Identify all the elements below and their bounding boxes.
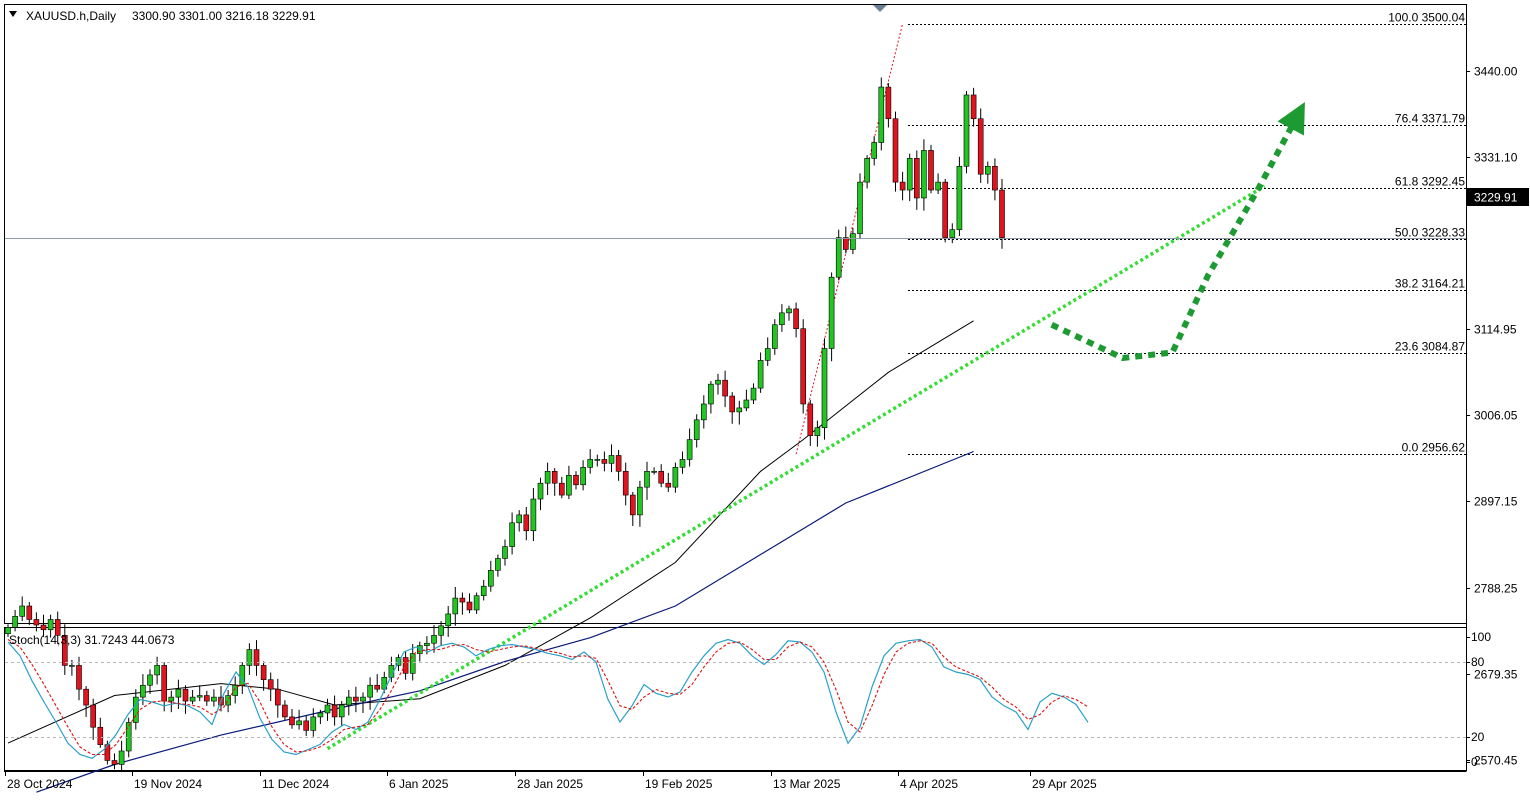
candle [977,108,984,183]
candle [828,272,835,362]
x-tick-label: 13 Mar 2025 [773,777,841,791]
stoch-level-label: 20 [1471,730,1485,744]
fib-level-label: 50.0 3228.33 [1395,226,1465,240]
x-tick-label: 11 Dec 2024 [262,777,329,791]
x-tick-label: 4 Apr 2025 [900,777,958,791]
candle [928,144,934,194]
y-tick-label: 2679.35 [1474,668,1518,682]
fib-level-label: 61.8 3292.45 [1395,175,1465,189]
fib-level-label: 38.2 3164.21 [1395,277,1465,291]
candle [942,178,949,243]
fib-level-label: 100.0 3500.04 [1388,11,1465,25]
candle [892,111,899,192]
trading-terminal-chart-window[interactable]: 100.0 3500.04 76.4 3371.79 61.8 3292.45 50.… [0,0,1530,799]
symbol-timeframe-label: XAUUSD.h,Daily [26,9,116,23]
y-tick-label: 2570.45 [1474,754,1518,768]
candle [956,156,963,236]
candle [821,338,828,440]
stoch-level-label: 0 [1471,755,1478,769]
y-tick-label: 3006.05 [1474,409,1518,423]
y-tick-label: 3114.95 [1474,323,1517,337]
x-tick-label: 6 Jan 2025 [389,777,449,791]
y-tick-label: 2788.25 [1474,582,1518,596]
stoch-level-label: 100 [1471,630,1491,644]
x-tick-label: 29 Apr 2025 [1032,777,1097,791]
fib-level-label: 0.0 2956.62 [1402,441,1466,455]
y-tick-label: 2897.15 [1474,495,1518,509]
price-chart[interactable]: 100.0 3500.04 76.4 3371.79 61.8 3292.45 50.… [0,0,1530,799]
fib-level-label: 76.4 3371.79 [1395,112,1465,126]
stochastic-label: Stoch(14,3,3) 31.7243 44.0673 [9,633,175,647]
candle [878,77,885,151]
candle [963,91,970,174]
x-tick-label: 28 Oct 2024 [7,777,73,791]
x-tick-label: 28 Jan 2025 [517,777,583,791]
candle [800,319,807,414]
x-tick-label: 19 Feb 2025 [645,777,713,791]
current-price-label: 3229.91 [1474,191,1518,205]
x-tick-label: 19 Nov 2024 [134,777,202,791]
stoch-level-label: 80 [1471,655,1485,669]
fib-level-label: 23.6 3084.87 [1395,340,1465,354]
candle [857,173,863,240]
y-tick-label: 3331.10 [1474,151,1518,165]
ohlc-values-label: 3300.90 3301.00 3216.18 3229.91 [132,9,316,23]
y-tick-label: 3440.00 [1474,65,1518,79]
